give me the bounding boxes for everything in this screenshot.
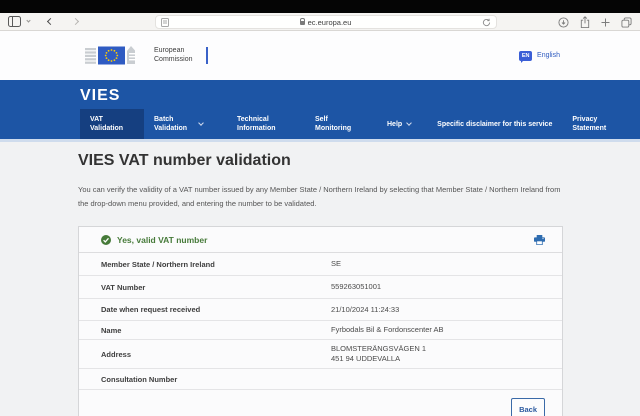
validation-result-card: Yes, valid VAT number Member State / Nor… (78, 226, 563, 416)
row-value-line: SE (331, 259, 341, 269)
address-bar[interactable]: ec.europa.eu (155, 15, 497, 29)
ec-logo-text: European Commission (154, 47, 193, 64)
nav-item-label: Technical Information (237, 115, 285, 133)
sidebar-icon[interactable] (8, 16, 21, 27)
row-label: Name (101, 326, 121, 335)
language-badge: EN (519, 51, 532, 61)
table-row-date-when-request-received: Date when request received 21/10/2024 11:… (79, 299, 562, 321)
reload-icon[interactable] (482, 18, 491, 27)
ec-flag-icon (85, 43, 147, 69)
table-row-vat-number: VAT Number 559263051001 (79, 276, 562, 299)
check-circle-icon (101, 235, 111, 245)
reader-icon[interactable] (161, 18, 169, 27)
european-commission-logo[interactable]: European Commission (85, 43, 208, 69)
row-value-line: 21/10/2024 11:24:33 (331, 305, 399, 315)
status-text: Yes, valid VAT number (117, 235, 534, 245)
result-header: Yes, valid VAT number (79, 227, 562, 253)
table-row-member-state-northern-ireland: Member State / Northern Ireland SE (79, 253, 562, 276)
table-row-address: Address BLOMSTERÄNGSVÄGEN 1451 94 UDDEVAL… (79, 340, 562, 369)
row-value: 21/10/2024 11:24:33 (331, 305, 399, 315)
table-row-consultation-number: Consultation Number (79, 369, 562, 390)
back-icon[interactable] (47, 18, 54, 25)
row-value: Fyrbodals Bil & Fordonscenter AB (331, 325, 444, 335)
new-tab-icon[interactable] (601, 18, 610, 27)
nav-item-label: Self Monitoring (315, 115, 359, 133)
site-nav: VAT Validation Batch Validation Technical … (80, 109, 640, 139)
row-label: Member State / Northern Ireland (101, 260, 215, 269)
lock-icon (300, 21, 305, 25)
chevron-down-icon[interactable] (26, 18, 30, 22)
nav-item-self-monitoring[interactable]: Self Monitoring (305, 109, 369, 139)
row-value: 559263051001 (331, 282, 381, 292)
row-value-line: BLOMSTERÄNGSVÄGEN 1 (331, 344, 426, 354)
language-selector[interactable]: EN English (519, 51, 560, 61)
nav-item-label: Help (387, 120, 402, 129)
result-table: Member State / Northern Ireland SE VAT Num… (79, 253, 562, 390)
row-label: Date when request received (101, 305, 200, 314)
chevron-down-icon (198, 120, 204, 126)
nav-item-batch-validation[interactable]: Batch Validation (144, 109, 219, 139)
forward-icon[interactable] (72, 18, 79, 25)
language-label: English (537, 52, 560, 59)
row-value: BLOMSTERÄNGSVÄGEN 1451 94 UDDEVALLA (331, 344, 426, 364)
url-text: ec.europa.eu (308, 18, 352, 27)
back-button[interactable]: Back (511, 398, 545, 416)
row-label: Consultation Number (101, 375, 177, 384)
page-content: VIES VAT number validation You can verif… (0, 142, 640, 416)
nav-item-label: Privacy Statement (572, 115, 616, 133)
ec-header: European Commission EN English (0, 31, 640, 80)
ec-logo-divider (206, 47, 208, 64)
tabs-overview-icon[interactable] (621, 17, 632, 28)
downloads-icon[interactable] (558, 17, 569, 28)
nav-item-label: VAT Validation (90, 115, 134, 133)
nav-item-specific-disclaimer-for-this-service[interactable]: Specific disclaimer for this service (427, 109, 562, 139)
result-footer: Back (79, 390, 562, 416)
row-label: VAT Number (101, 283, 145, 292)
printer-icon[interactable] (534, 235, 545, 245)
page-title: VIES VAT number validation (78, 152, 563, 170)
window-title-bar (0, 0, 640, 13)
nav-item-label: Batch Validation (154, 115, 194, 133)
nav-item-privacy-statement[interactable]: Privacy Statement (562, 109, 626, 139)
row-value-line: 559263051001 (331, 282, 381, 292)
table-row-name: Name Fyrbodals Bil & Fordonscenter AB (79, 321, 562, 340)
nav-item-label: Specific disclaimer for this service (437, 120, 552, 129)
site-title: VIES (80, 80, 640, 105)
row-value-line: 451 94 UDDEVALLA (331, 354, 426, 364)
intro-text: You can verify the validity of a VAT num… (78, 183, 563, 211)
nav-item-technical-information[interactable]: Technical Information (227, 109, 295, 139)
row-value: SE (331, 259, 341, 269)
share-icon[interactable] (580, 16, 590, 28)
vies-band: VIES VAT Validation Batch Validation Techn… (0, 80, 640, 139)
nav-item-help[interactable]: Help (377, 109, 421, 139)
nav-item-vat-validation[interactable]: VAT Validation (80, 109, 144, 139)
row-value-line: Fyrbodals Bil & Fordonscenter AB (331, 325, 444, 335)
browser-toolbar: ec.europa.eu (0, 13, 640, 31)
chevron-down-icon (406, 120, 412, 126)
row-label: Address (101, 350, 131, 359)
